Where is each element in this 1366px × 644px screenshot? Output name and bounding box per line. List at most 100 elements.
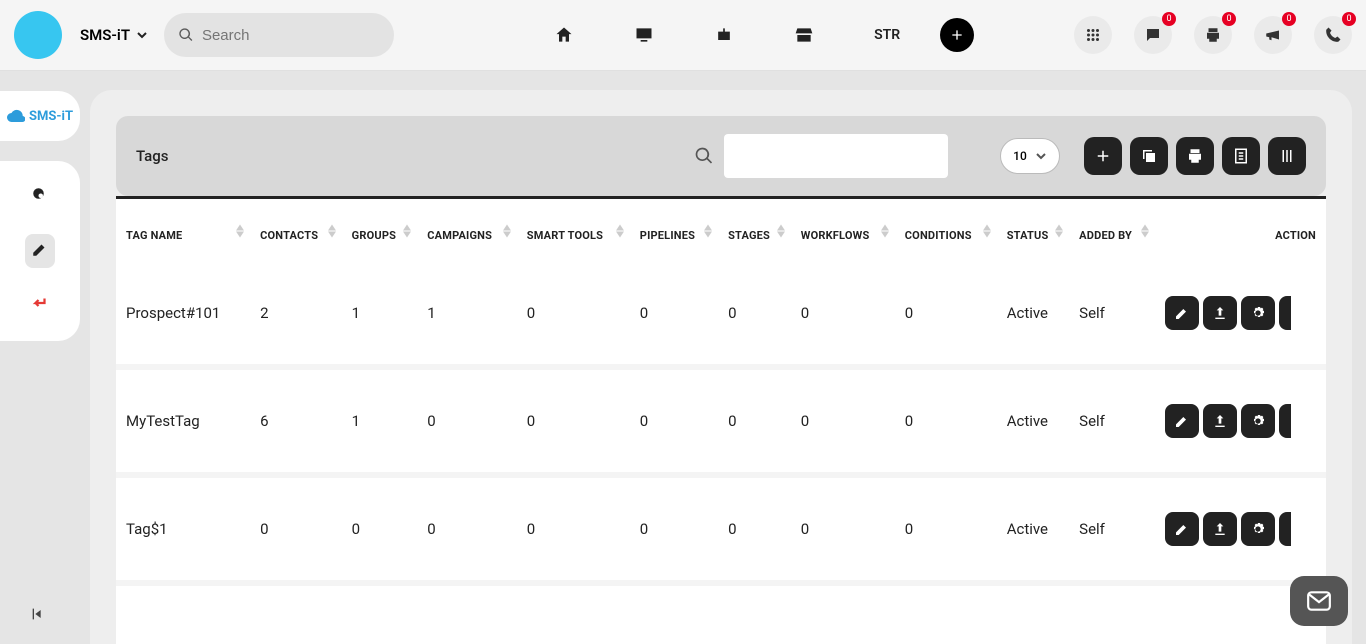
- col-action: ACTION: [1155, 199, 1326, 262]
- row-more-button[interactable]: [1279, 512, 1291, 546]
- sidebar-logo[interactable]: SMS-iT: [0, 91, 80, 141]
- sort-icon: [503, 224, 511, 237]
- cell-tag_name: Tag$1: [116, 475, 250, 583]
- sidebar-collapse[interactable]: [30, 606, 46, 626]
- str-label: STR: [874, 27, 900, 43]
- add-button[interactable]: [940, 18, 974, 52]
- cell-added_by: Self: [1069, 367, 1155, 475]
- sort-icon: [881, 224, 889, 237]
- col-tag-name[interactable]: TAG NAME: [116, 199, 250, 262]
- row-settings-button[interactable]: [1241, 404, 1275, 438]
- page-title: Tags: [136, 147, 168, 165]
- sidebar-item-process[interactable]: [31, 294, 49, 316]
- export-button[interactable]: [1222, 137, 1260, 175]
- brand-selector[interactable]: SMS-iT: [80, 26, 148, 44]
- printer-icon: [1204, 26, 1222, 44]
- print-button[interactable]: [1176, 137, 1214, 175]
- table-row: MyTestTag61000000ActiveSelf: [116, 367, 1326, 475]
- megaphone-icon: [1264, 26, 1282, 44]
- add-tag-button[interactable]: [1084, 137, 1122, 175]
- cell-action: [1155, 262, 1326, 367]
- plus-icon: [949, 27, 965, 43]
- edit-icon: [1174, 413, 1190, 429]
- copy-button[interactable]: [1130, 137, 1168, 175]
- header: SMS-iT STR 0 0 0 0: [0, 0, 1366, 71]
- monitor-icon: [634, 25, 654, 45]
- nav-bot[interactable]: [714, 25, 734, 45]
- cell-status: Active: [997, 262, 1069, 367]
- chevron-down-icon: [1035, 150, 1047, 162]
- cell-status: Active: [997, 367, 1069, 475]
- row-settings-button[interactable]: [1241, 512, 1275, 546]
- table-search-input[interactable]: [724, 134, 948, 178]
- grid-icon: [1084, 26, 1102, 44]
- page-size-value: 10: [1013, 149, 1027, 163]
- row-upload-button[interactable]: [1203, 296, 1237, 330]
- nav-str[interactable]: STR: [874, 27, 900, 43]
- edit-icon: [1174, 305, 1190, 321]
- col-workflows[interactable]: WORKFLOWS: [791, 199, 895, 262]
- col-status[interactable]: STATUS: [997, 199, 1069, 262]
- phone-icon: [1324, 26, 1342, 44]
- page-size-selector[interactable]: 10: [1000, 138, 1060, 174]
- col-campaigns[interactable]: CAMPAIGNS: [417, 199, 517, 262]
- global-search[interactable]: [164, 13, 394, 57]
- sort-icon: [983, 224, 991, 237]
- avatar[interactable]: [14, 11, 62, 59]
- col-groups[interactable]: GROUPS: [342, 199, 418, 262]
- cell-contacts: 2: [250, 262, 342, 367]
- nav-desktop[interactable]: [634, 25, 654, 45]
- sort-icon: [777, 224, 785, 237]
- sidebar: SMS-iT: [0, 71, 80, 644]
- cell-pipelines: 0: [630, 367, 718, 475]
- cell-workflows: 0: [791, 367, 895, 475]
- row-upload-button[interactable]: [1203, 512, 1237, 546]
- columns-button[interactable]: [1268, 137, 1306, 175]
- support-chat-button[interactable]: [1290, 576, 1348, 626]
- cell-campaigns: 0: [417, 367, 517, 475]
- panel-header: Tags 10: [116, 116, 1326, 196]
- row-more-button[interactable]: [1279, 404, 1291, 438]
- upload-icon: [1212, 413, 1228, 429]
- cell-conditions: 0: [895, 475, 997, 583]
- row-more-button[interactable]: [1279, 296, 1291, 330]
- tags-table: TAG NAME CONTACTS GROUPS CAMPAIGNS SMART…: [116, 196, 1326, 644]
- row-settings-button[interactable]: [1241, 296, 1275, 330]
- sidebar-item-search[interactable]: [31, 186, 49, 208]
- row-upload-button[interactable]: [1203, 404, 1237, 438]
- sort-icon: [1141, 224, 1149, 237]
- col-conditions[interactable]: CONDITIONS: [895, 199, 997, 262]
- col-added-by[interactable]: ADDED BY: [1069, 199, 1155, 262]
- cell-contacts: 0: [250, 475, 342, 583]
- nav-home[interactable]: [554, 25, 574, 45]
- cell-stages: 0: [718, 475, 791, 583]
- search-input[interactable]: [202, 27, 380, 44]
- nav-store[interactable]: [794, 25, 814, 45]
- row-edit-button[interactable]: [1165, 404, 1199, 438]
- call-button[interactable]: 0: [1314, 16, 1352, 54]
- row-edit-button[interactable]: [1165, 512, 1199, 546]
- cell-stages: 0: [718, 367, 791, 475]
- sidebar-item-edit[interactable]: [25, 234, 55, 268]
- col-stages[interactable]: STAGES: [718, 199, 791, 262]
- announce-button[interactable]: 0: [1254, 16, 1292, 54]
- right-icons: 0 0 0 0: [1074, 16, 1352, 54]
- cell-workflows: 0: [791, 262, 895, 367]
- row-edit-button[interactable]: [1165, 296, 1199, 330]
- store-icon: [794, 25, 814, 45]
- print-button[interactable]: 0: [1194, 16, 1232, 54]
- apps-button[interactable]: [1074, 16, 1112, 54]
- gear-icon: [1250, 413, 1266, 429]
- cell-contacts: 6: [250, 367, 342, 475]
- col-contacts[interactable]: CONTACTS: [250, 199, 342, 262]
- table-row: Prospect#10121100000ActiveSelf: [116, 262, 1326, 367]
- table-search: [684, 134, 948, 178]
- cell-pipelines: 0: [630, 475, 718, 583]
- copy-icon: [1140, 147, 1158, 165]
- table-search-icon-wrap: [684, 134, 724, 178]
- col-smart-tools[interactable]: SMART TOOLS: [517, 199, 630, 262]
- upload-icon: [1212, 305, 1228, 321]
- messages-button[interactable]: 0: [1134, 16, 1172, 54]
- col-pipelines[interactable]: PIPELINES: [630, 199, 718, 262]
- cell-tag_name: Prospect#101: [116, 262, 250, 367]
